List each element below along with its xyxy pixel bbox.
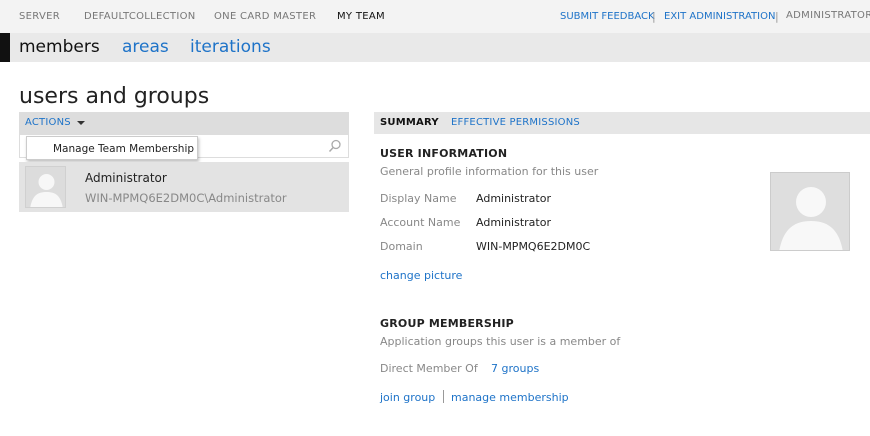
nav-separator: | — [652, 10, 656, 23]
group-membership-heading: GROUP MEMBERSHIP — [380, 317, 514, 330]
link-divider — [443, 390, 444, 403]
chevron-down-icon[interactable] — [77, 121, 85, 125]
profile-picture — [770, 172, 850, 251]
actions-dropdown-menu: Manage Team Membership — [26, 136, 198, 160]
change-picture-link[interactable]: change picture — [380, 269, 462, 282]
user-account-name: WIN-MPMQ6E2DM0C\Administrator — [85, 191, 287, 205]
actions-menu-button[interactable]: ACTIONS — [25, 117, 71, 128]
domain-label: Domain — [380, 240, 423, 253]
user-display-name: Administrator — [85, 171, 167, 185]
user-information-subtitle: General profile information for this use… — [380, 165, 599, 178]
exit-administration-link[interactable]: EXIT ADMINISTRATION — [664, 11, 775, 22]
domain-value: WIN-MPMQ6E2DM0C — [476, 240, 591, 253]
person-icon — [771, 173, 849, 250]
detail-tabs: SUMMARY EFFECTIVE PERMISSIONS — [374, 112, 870, 134]
tab-summary[interactable]: SUMMARY — [380, 117, 439, 128]
direct-member-groups-link[interactable]: 7 groups — [491, 362, 539, 375]
direct-member-label: Direct Member Of — [380, 362, 478, 375]
nav-my-team[interactable]: MY TEAM — [337, 11, 385, 22]
tab-effective-permissions[interactable]: EFFECTIVE PERMISSIONS — [451, 117, 580, 128]
nav-defaultcollection[interactable]: DEFAULTCOLLECTION — [84, 11, 196, 22]
current-user-name[interactable]: ADMINISTRATOR — [786, 10, 870, 21]
page-title: users and groups — [19, 84, 210, 109]
admin-tabs: members areas iterations — [0, 33, 870, 62]
nav-separator: | — [775, 10, 779, 23]
tab-areas[interactable]: areas — [122, 37, 169, 57]
display-name-value: Administrator — [476, 192, 551, 205]
user-list-item[interactable]: Administrator WIN-MPMQ6E2DM0C\Administra… — [19, 162, 349, 212]
search-icon[interactable] — [328, 139, 342, 153]
manage-membership-link[interactable]: manage membership — [451, 391, 569, 404]
tab-members[interactable]: members — [19, 37, 100, 57]
group-membership-subtitle: Application groups this user is a member… — [380, 335, 621, 348]
account-name-value: Administrator — [476, 216, 551, 229]
avatar — [25, 166, 66, 208]
user-information-heading: USER INFORMATION — [380, 147, 508, 160]
person-icon — [26, 167, 65, 207]
nav-one-card-master[interactable]: ONE CARD MASTER — [214, 11, 316, 22]
actions-toolbar: ACTIONS — [19, 112, 349, 134]
manage-team-membership-item[interactable]: Manage Team Membership — [53, 143, 194, 155]
account-name-label: Account Name — [380, 216, 461, 229]
display-name-label: Display Name — [380, 192, 457, 205]
active-indicator — [0, 33, 10, 62]
submit-feedback-link[interactable]: SUBMIT FEEDBACK — [560, 11, 655, 22]
tab-iterations[interactable]: iterations — [190, 37, 271, 57]
join-group-link[interactable]: join group — [380, 391, 435, 404]
top-navigation-bar: SERVER DEFAULTCOLLECTION ONE CARD MASTER… — [0, 0, 870, 33]
nav-server[interactable]: SERVER — [19, 11, 60, 22]
